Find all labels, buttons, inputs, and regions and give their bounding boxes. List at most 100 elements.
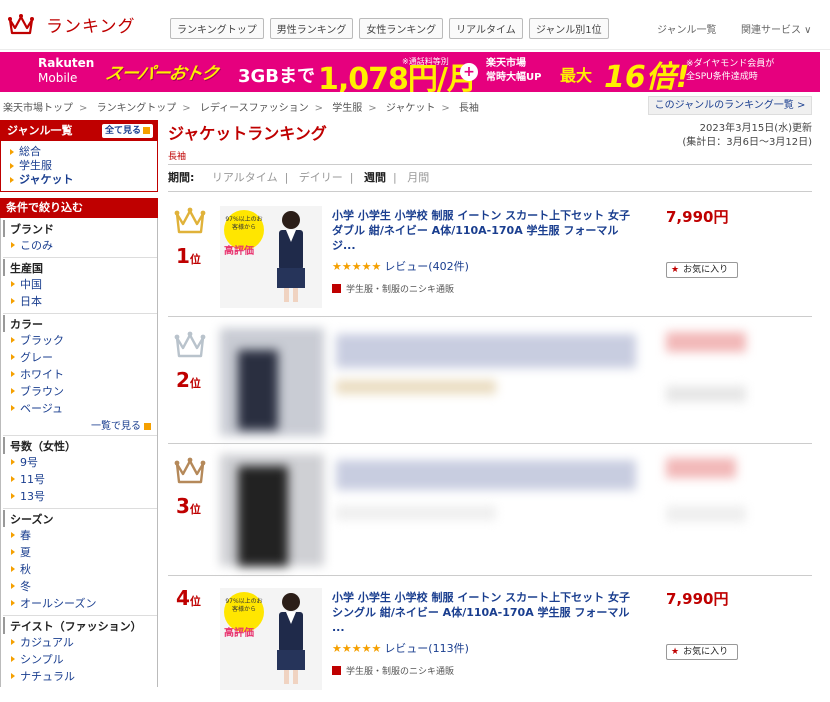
filter-country-japan[interactable]: 日本 [3,293,157,310]
filter-season-spring[interactable]: 春 [3,527,157,544]
filter-size-13[interactable]: 13号 [3,488,157,505]
ranking-item: 4位 97%以上のお客様から 高評価 小学 小学生 小学校 制服 イートン スカ… [168,578,812,702]
breadcrumb-long-sleeve[interactable]: 長袖 [459,103,479,114]
rank-number: 3位 [176,494,201,518]
shop-icon [332,284,341,293]
promo-heading: スーパーおトク [103,64,220,84]
product-title[interactable]: 小学 小学生 小学校 制服 イートン スカート上下セット 女子 ダブル 紺/ネイ… [332,208,638,253]
filter-color-white[interactable]: ホワイト [3,366,157,383]
filter-color-gray[interactable]: グレー [3,349,157,366]
breadcrumb-ladies[interactable]: レディースファッション [200,103,309,114]
ranking-item: 3位 [168,446,812,576]
uniform-girl-photo [277,593,305,684]
top-nav: ランキング ランキングトップ 男性ランキング 女性ランキング リアルタイム ジャ… [0,0,830,50]
blurred-price [666,332,746,352]
filter-size-11[interactable]: 11号 [3,471,157,488]
period-daily[interactable]: デイリー [299,171,343,184]
period-selector: 期間: リアルタイム | デイリー | 週間 | 月間 [168,164,812,192]
see-all-button[interactable]: 全て見る [101,124,153,138]
filter-color-black[interactable]: ブラック [3,332,157,349]
shop-name[interactable]: 学生服・制服のニシキ通販 [332,282,454,295]
promo-condition: ※ダイヤモンド会員が 全SPU条件達成時 [686,59,775,82]
rank-number: 1位 [176,244,201,268]
filter-title-season: シーズン [3,510,157,527]
rank-number: 2位 [176,368,201,392]
star-icon: ★ [671,265,680,275]
ranking-logo[interactable]: ランキング [8,12,136,37]
breadcrumb-rakuten-top[interactable]: 楽天市場トップ [3,103,73,114]
bronze-crown-icon [174,457,206,484]
breadcrumb-jacket[interactable]: ジャケット [386,103,436,114]
filter-country-china[interactable]: 中国 [3,276,157,293]
logo-text: ランキング [46,17,136,37]
blurred-rating [336,506,496,520]
product-image[interactable]: 97%以上のお客様から 高評価 [220,588,322,690]
review-link[interactable]: レビュー(402件) [384,260,469,273]
ranking-item: 2位 [168,320,812,444]
promo-multiplier: 16倍! [604,60,690,92]
filter-season-autumn[interactable]: 秋 [3,561,157,578]
update-date: 2023年3月15日(水)更新 (集計日：3月6日〜3月12日) [682,123,812,148]
promo-price: 1,078円/月 [318,62,477,92]
related-services-dropdown[interactable]: 関連サービス ∨ [741,21,812,36]
shop-name[interactable]: 学生服・制服のニシキ通販 [332,664,454,677]
period-label: 期間: [168,171,195,184]
rank-number: 4位 [176,586,201,610]
thumb-heading: 高評価 [224,246,254,257]
favorite-button[interactable]: ★ お気に入り [666,262,738,278]
filter-taste-casual[interactable]: カジュアル [3,634,157,651]
product-image[interactable]: 97%以上のお客様から 高評価 [220,206,322,308]
filter-season-winter[interactable]: 冬 [3,578,157,595]
period-realtime[interactable]: リアルタイム [212,171,278,184]
breadcrumb-ranking-top[interactable]: ランキングトップ [97,103,177,114]
promo-gb: 3GBまで [238,66,316,87]
tab-female-ranking[interactable]: 女性ランキング [359,18,444,39]
genre-item-all[interactable]: 総合 [9,145,157,159]
arrow-icon [144,423,151,430]
genre-item-jacket[interactable]: ジャケット [9,173,157,187]
filter-season-all[interactable]: オールシーズン [3,595,157,612]
filter-header: 条件で絞り込む [0,198,158,218]
filter-taste-natural[interactable]: ナチュラル [3,668,157,685]
breadcrumb: 楽天市場トップ > ランキングトップ > レディースファッション > 学生服 > ジャケ… [3,103,479,114]
filter-brand-konomi[interactable]: このみ [3,237,157,254]
filter-title-country: 生産国 [3,259,157,276]
tab-realtime[interactable]: リアルタイム [449,18,523,39]
blurred-favorite [666,506,746,522]
filter-title-brand: ブランド [3,220,157,237]
blurred-photo [238,466,288,566]
filter-season-summer[interactable]: 夏 [3,544,157,561]
filter-color-brown[interactable]: ブラウン [3,383,157,400]
rating-stars: ★★★★★ レビュー(113件) [332,642,469,655]
tab-genre-first[interactable]: ジャンル別1位 [528,18,609,39]
filter-title-taste: テイスト（ファッション） [3,617,157,634]
promo-banner[interactable]: Rakuten Mobile スーパーおトク 3GBまで 1,078円/月 ※通… [0,52,820,92]
star-icon: ★ [671,647,680,657]
blurred-price [666,458,736,478]
genre-ranking-list-link[interactable]: このジャンルのランキング一覧 > [648,96,812,115]
tab-male-ranking[interactable]: 男性ランキング [269,18,354,39]
breadcrumb-uniform[interactable]: 学生服 [332,103,362,114]
favorite-button[interactable]: ★ お気に入り [666,644,738,660]
ranking-item: 1位 97%以上のお客様から 高評価 小学 小学生 小学校 制服 イートン スカ… [168,196,812,317]
blurred-rating [336,380,496,394]
shop-icon [332,666,341,675]
blurred-title [336,460,636,490]
color-more-link[interactable]: 一覧で見る [3,417,157,432]
blurred-title [336,334,636,368]
filter-taste-simple[interactable]: シンプル [3,651,157,668]
review-link[interactable]: レビュー(113件) [384,642,469,655]
filter-groups: ブランド このみ 生産国 中国 日本 カラー ブラック グレー ホワイト ブラウ… [0,218,158,687]
filter-color-beige[interactable]: ベージュ [3,400,157,417]
product-title[interactable]: 小学 小学生 小学校 制服 イートン スカート上下セット 女子 シングル 紺/ネ… [332,590,638,635]
period-monthly[interactable]: 月間 [407,171,429,184]
filter-title-size: 号数（女性） [3,437,157,454]
genre-list-link[interactable]: ジャンル一覧 [657,21,717,36]
filter-size-9[interactable]: 9号 [3,454,157,471]
silver-crown-icon [174,331,206,358]
genre-item-uniform[interactable]: 学生服 [9,159,157,173]
period-weekly[interactable]: 週間 [364,171,386,184]
tab-ranking-top[interactable]: ランキングトップ [170,18,264,39]
uniform-girl-photo [277,211,305,302]
product-price: 7,990円 [666,208,729,226]
